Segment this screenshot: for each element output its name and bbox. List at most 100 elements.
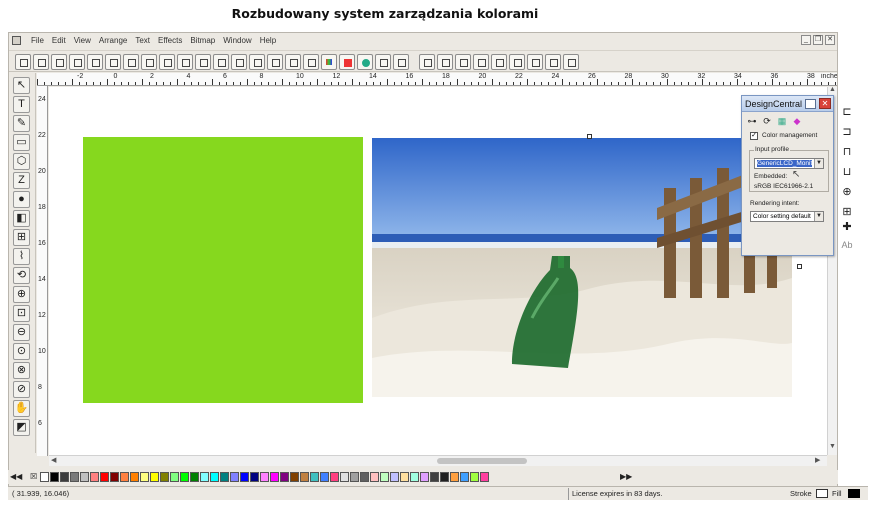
rotate-tool-icon[interactable]: ⟲ bbox=[13, 267, 30, 284]
color-swatch[interactable] bbox=[190, 472, 199, 482]
color-swatch[interactable] bbox=[460, 472, 469, 482]
text-align-icon[interactable]: Ab bbox=[839, 238, 855, 252]
color-swatch[interactable] bbox=[270, 472, 279, 482]
color-swatch[interactable] bbox=[150, 472, 159, 482]
color-swatch[interactable] bbox=[340, 472, 349, 482]
tab-color-grid-icon[interactable]: ▦ bbox=[776, 115, 788, 127]
menu-help[interactable]: Help bbox=[256, 35, 280, 47]
eraser-icon[interactable] bbox=[545, 54, 561, 70]
chevron-down-icon[interactable]: ▼ bbox=[814, 212, 823, 221]
zigzag-tool-icon[interactable]: Z bbox=[13, 172, 30, 189]
color-swatch[interactable] bbox=[250, 472, 259, 482]
menu-bitmap[interactable]: Bitmap bbox=[186, 35, 219, 47]
align-center-v-icon[interactable]: ⊞ bbox=[839, 205, 855, 219]
minimize-button[interactable]: _ bbox=[801, 35, 811, 45]
node-icon[interactable] bbox=[455, 54, 471, 70]
color-swatch[interactable] bbox=[180, 472, 189, 482]
color-swatch[interactable] bbox=[40, 472, 49, 482]
new-icon[interactable] bbox=[15, 54, 31, 70]
zoom-actual-tool-icon[interactable]: ⊘ bbox=[13, 381, 30, 398]
color-swatch[interactable] bbox=[370, 472, 379, 482]
color-fill-icon[interactable] bbox=[303, 54, 319, 70]
select-icon[interactable] bbox=[231, 54, 247, 70]
align-center-h-icon[interactable]: ⊕ bbox=[839, 185, 855, 199]
save-as-icon[interactable] bbox=[69, 54, 85, 70]
stroke-color-swatch[interactable] bbox=[816, 489, 828, 498]
align-icon[interactable] bbox=[563, 54, 579, 70]
beach-bottle-photo[interactable] bbox=[372, 138, 792, 397]
drawing-canvas[interactable] bbox=[49, 87, 827, 455]
menu-effects[interactable]: Effects bbox=[154, 35, 186, 47]
gradient-icon[interactable] bbox=[357, 54, 373, 70]
tab-link-icon[interactable]: ⊶ bbox=[746, 115, 758, 127]
horizontal-scroll-thumb[interactable] bbox=[437, 458, 527, 464]
color-swatch[interactable] bbox=[160, 472, 169, 482]
color-swatch[interactable] bbox=[420, 472, 429, 482]
zoom-fit-tool-icon[interactable]: ⊡ bbox=[13, 305, 30, 322]
hand-tool-icon[interactable]: ✋ bbox=[13, 400, 30, 417]
menu-file[interactable]: File bbox=[27, 35, 48, 47]
open-icon[interactable] bbox=[33, 54, 49, 70]
color-swatch[interactable] bbox=[440, 472, 449, 482]
selection-handle-top[interactable] bbox=[587, 134, 592, 139]
color-swatch[interactable] bbox=[60, 472, 69, 482]
node-edit-tool-icon[interactable]: ✎ bbox=[13, 115, 30, 132]
crop-tool-icon[interactable]: ⊞ bbox=[13, 229, 30, 246]
pen-icon[interactable] bbox=[473, 54, 489, 70]
eyedropper-tool-icon[interactable]: ⌇ bbox=[13, 248, 30, 265]
color-swap-tool-icon[interactable]: ◩ bbox=[13, 419, 30, 436]
color-swatch[interactable] bbox=[390, 472, 399, 482]
menu-view[interactable]: View bbox=[70, 35, 95, 47]
color-swatch[interactable] bbox=[130, 472, 139, 482]
color-swatch[interactable] bbox=[140, 472, 149, 482]
color-swatch[interactable] bbox=[240, 472, 249, 482]
color-swatch[interactable] bbox=[220, 472, 229, 482]
green-rectangle[interactable] bbox=[83, 137, 363, 403]
input-profile-select[interactable]: GenericLCD_Monit ▼ bbox=[754, 158, 824, 169]
align-bottom-icon[interactable]: ⊔ bbox=[839, 165, 855, 179]
zoom-page-tool-icon[interactable]: ⊙ bbox=[13, 343, 30, 360]
color-swatch[interactable] bbox=[400, 472, 409, 482]
align-right-icon[interactable]: ⊐ bbox=[839, 125, 855, 139]
color-swatch[interactable] bbox=[230, 472, 239, 482]
fill-color-swatch[interactable] bbox=[848, 489, 860, 498]
color-management-checkbox[interactable]: ✓ bbox=[750, 132, 758, 140]
color-swatch[interactable] bbox=[430, 472, 439, 482]
zoom-icon[interactable] bbox=[285, 54, 301, 70]
align-cross-icon[interactable]: ✚ bbox=[839, 220, 855, 234]
import-icon[interactable] bbox=[105, 54, 121, 70]
horizontal-scrollbar[interactable]: ◀ ▶ bbox=[49, 455, 827, 466]
brush-icon[interactable] bbox=[509, 54, 525, 70]
color-swatch[interactable] bbox=[210, 472, 219, 482]
cut-icon[interactable] bbox=[123, 54, 139, 70]
scroll-up-arrow[interactable]: ▲ bbox=[829, 86, 836, 93]
color-swatch[interactable] bbox=[280, 472, 289, 482]
lasso-icon[interactable] bbox=[437, 54, 453, 70]
color-swatch[interactable] bbox=[320, 472, 329, 482]
restore-button[interactable]: ❐ bbox=[813, 35, 823, 45]
color-swatch[interactable] bbox=[410, 472, 419, 482]
blob-tool-icon[interactable]: ● bbox=[13, 191, 30, 208]
close-button[interactable]: ✕ bbox=[825, 35, 835, 45]
palette-next-icon[interactable]: ▶▶ bbox=[620, 471, 632, 483]
menu-window[interactable]: Window bbox=[219, 35, 255, 47]
menu-edit[interactable]: Edit bbox=[48, 35, 70, 47]
tab-refresh-icon[interactable]: ⟳ bbox=[761, 115, 773, 127]
color-swatch[interactable] bbox=[100, 472, 109, 482]
undo-icon[interactable] bbox=[177, 54, 193, 70]
color-swatch[interactable] bbox=[450, 472, 459, 482]
color-swatch[interactable] bbox=[360, 472, 369, 482]
chevron-down-icon[interactable]: ▼ bbox=[814, 159, 823, 168]
tab-color-wheel-icon[interactable]: ◆ bbox=[791, 115, 803, 127]
color-swatch[interactable] bbox=[300, 472, 309, 482]
scroll-left-arrow[interactable]: ◀ bbox=[51, 456, 56, 464]
zoom-in-tool-icon[interactable]: ⊕ bbox=[13, 286, 30, 303]
knife-icon[interactable] bbox=[491, 54, 507, 70]
rect-tool-icon[interactable]: ▭ bbox=[13, 134, 30, 151]
pointer-tool-icon[interactable]: ↖ bbox=[13, 77, 30, 94]
text-tool-icon[interactable]: T bbox=[13, 96, 30, 113]
color-mixer-icon[interactable] bbox=[339, 54, 355, 70]
no-color-icon[interactable]: ☒ bbox=[30, 471, 37, 483]
color-swatch[interactable] bbox=[170, 472, 179, 482]
color-swatch[interactable] bbox=[110, 472, 119, 482]
